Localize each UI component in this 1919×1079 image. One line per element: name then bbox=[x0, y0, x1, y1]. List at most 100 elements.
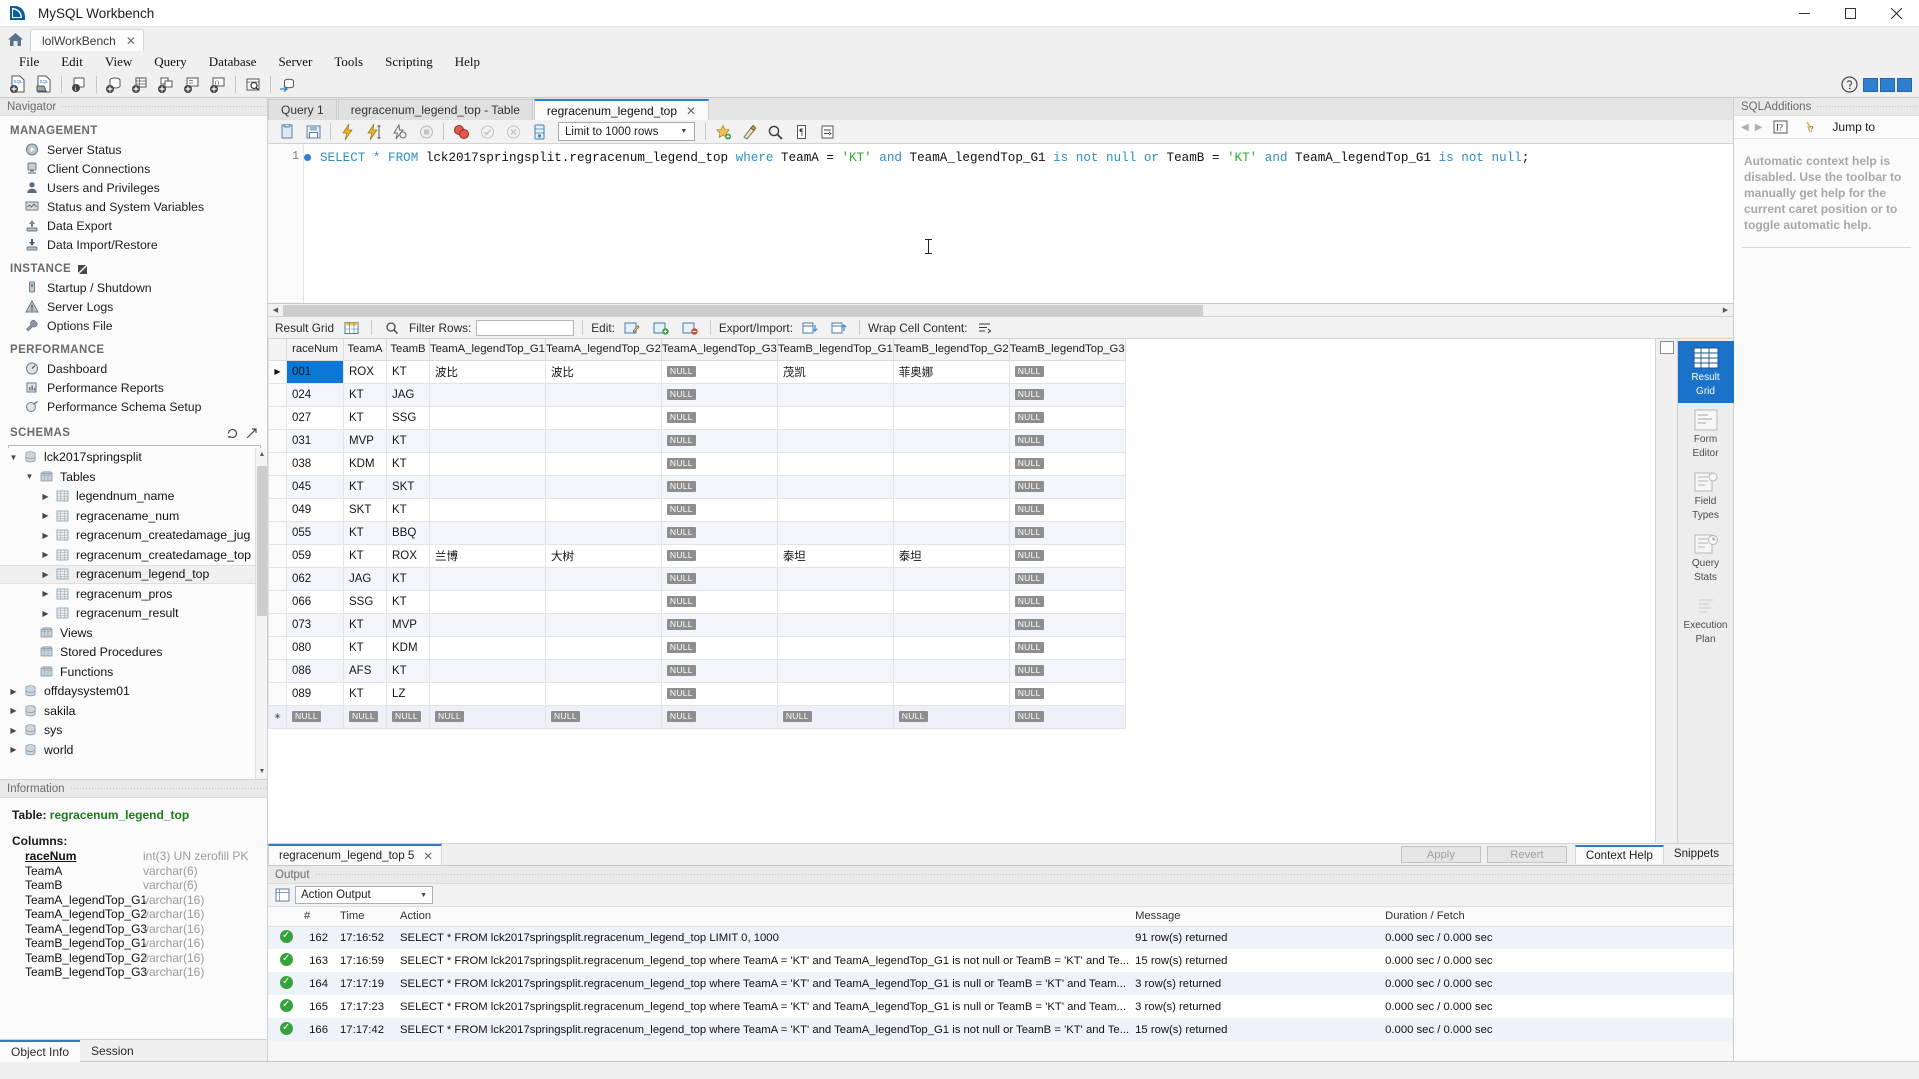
table-cell[interactable]: KDM bbox=[343, 451, 387, 476]
nav-item-server-status[interactable]: Server Status bbox=[0, 140, 267, 159]
row-marker[interactable] bbox=[268, 497, 287, 522]
context-help-icon[interactable]: I? bbox=[1768, 116, 1792, 138]
table-cell[interactable]: KT bbox=[343, 405, 387, 430]
table-cell[interactable]: ROX bbox=[343, 359, 387, 384]
tab-regracenum-legend-top[interactable]: regracenum_legend_top ✕ bbox=[533, 99, 710, 120]
import-recordset-icon[interactable] bbox=[827, 317, 851, 339]
filter-icon[interactable] bbox=[380, 317, 404, 339]
table-cell[interactable]: NULL bbox=[386, 704, 430, 729]
table-cell[interactable] bbox=[544, 589, 662, 614]
table-cell[interactable]: NULL bbox=[660, 681, 778, 706]
create-function-icon[interactable]: () bbox=[206, 74, 230, 96]
table-cell[interactable]: NULL bbox=[660, 635, 778, 660]
maximize-button[interactable] bbox=[1827, 0, 1873, 27]
table-cell[interactable] bbox=[544, 497, 662, 522]
chevron-right-icon[interactable]: ▶ bbox=[40, 550, 51, 559]
table-cell[interactable]: NULL bbox=[660, 405, 778, 430]
table-cell[interactable]: LZ bbox=[386, 681, 430, 706]
chevron-right-icon[interactable]: ▶ bbox=[8, 706, 19, 715]
table-cell[interactable] bbox=[776, 589, 894, 614]
reconnect-server-icon[interactable] bbox=[276, 74, 300, 96]
column-header-teama_legendtop_g3[interactable]: TeamA_legendTop_G3 bbox=[660, 339, 778, 361]
scrollbar-thumb[interactable] bbox=[257, 465, 267, 616]
sidetab-field-types[interactable]: Field Types bbox=[1678, 465, 1734, 527]
toggle-wrapping-icon[interactable] bbox=[815, 121, 839, 143]
table-cell[interactable]: NULL bbox=[1008, 451, 1126, 476]
tree-item-regracenum-legend-top[interactable]: ▶ regracenum_legend_top bbox=[0, 564, 267, 584]
tree-item-regracenum-createdamage-jug[interactable]: ▶ regracenum_createdamage_jug bbox=[0, 526, 267, 546]
table-cell[interactable] bbox=[892, 589, 1010, 614]
scroll-right-icon[interactable]: ▶ bbox=[1718, 306, 1733, 314]
table-cell[interactable]: 089 bbox=[286, 681, 344, 706]
table-cell[interactable] bbox=[429, 635, 546, 660]
table-cell[interactable]: SKT bbox=[343, 497, 387, 522]
column-header-teama[interactable]: TeamA bbox=[343, 339, 387, 361]
tree-item-world[interactable]: ▶ world bbox=[0, 740, 267, 760]
close-button[interactable] bbox=[1873, 0, 1919, 27]
editor-horizontal-scrollbar[interactable]: ◀ ▶ bbox=[268, 304, 1733, 317]
table-cell[interactable]: ROX bbox=[386, 543, 430, 568]
tree-item-regracenum-result[interactable]: ▶ regracenum_result bbox=[0, 604, 267, 624]
table-cell[interactable] bbox=[776, 405, 894, 430]
table-cell[interactable]: NULL bbox=[660, 428, 778, 453]
refresh-schemas-icon[interactable] bbox=[227, 428, 238, 439]
table-cell[interactable]: NULL bbox=[1008, 382, 1126, 407]
tab-snippets[interactable]: Snippets bbox=[1664, 845, 1729, 864]
schema-tree[interactable]: ▼ lck2017springsplit ▼ Tables ▶ legendnum_nam… bbox=[0, 447, 267, 779]
table-cell[interactable] bbox=[544, 612, 662, 637]
table-cell[interactable]: NULL bbox=[544, 704, 662, 729]
menu-database[interactable]: Database bbox=[198, 52, 268, 72]
chevron-right-icon[interactable]: ▶ bbox=[40, 609, 51, 618]
sidetab-form-editor[interactable]: Form Editor bbox=[1678, 403, 1734, 465]
table-cell[interactable] bbox=[776, 382, 894, 407]
row-marker[interactable] bbox=[268, 658, 287, 683]
menu-edit[interactable]: Edit bbox=[50, 52, 94, 72]
table-cell[interactable]: 波比 bbox=[429, 359, 546, 384]
tree-item-views[interactable]: Views bbox=[0, 623, 267, 643]
apply-button[interactable]: Apply bbox=[1400, 846, 1481, 863]
close-icon[interactable]: ✕ bbox=[126, 34, 136, 48]
row-marker[interactable] bbox=[268, 382, 287, 407]
table-cell[interactable]: KT bbox=[386, 658, 430, 683]
nav-item-data-import-restore[interactable]: Data Import/Restore bbox=[0, 235, 267, 254]
table-row[interactable]: 027 KT SSG NULL NULL bbox=[268, 405, 1126, 430]
new-sql-tab-icon[interactable]: SQL bbox=[6, 74, 30, 96]
table-cell[interactable] bbox=[892, 405, 1010, 430]
sidetab-query-stats[interactable]: Query Stats bbox=[1678, 527, 1734, 589]
table-cell[interactable]: AFS bbox=[343, 658, 387, 683]
toggle-auto-help-icon[interactable]: ? bbox=[1798, 116, 1822, 138]
chevron-down-icon[interactable]: ▼ bbox=[8, 453, 19, 462]
table-cell[interactable]: KT bbox=[343, 520, 387, 545]
sql-code[interactable]: SELECT * FROM lck2017springsplit.regrace… bbox=[304, 144, 1733, 303]
tree-item-regracenum-pros[interactable]: ▶ regracenum_pros bbox=[0, 584, 267, 604]
table-cell[interactable]: NULL bbox=[660, 382, 778, 407]
schema-tree-scrollbar[interactable]: ▲ ▼ bbox=[255, 447, 267, 779]
table-cell[interactable]: NULL bbox=[286, 704, 344, 729]
table-cell[interactable] bbox=[544, 474, 662, 499]
nav-item-client-connections[interactable]: Client Connections bbox=[0, 159, 267, 178]
toggle-invisible-chars-icon[interactable]: ¶ bbox=[789, 121, 813, 143]
output-row[interactable]: 16217:16:52SELECT * FROM lck2017springsp… bbox=[268, 926, 1733, 949]
table-cell[interactable]: NULL bbox=[1008, 543, 1126, 568]
tab-regracenum-legend-top-table[interactable]: regracenum_legend_top - Table bbox=[337, 99, 533, 120]
table-cell[interactable] bbox=[544, 405, 662, 430]
table-cell[interactable] bbox=[429, 566, 546, 591]
table-row[interactable]: 024 KT JAG NULL NULL bbox=[268, 382, 1126, 407]
column-header-teamb[interactable]: TeamB bbox=[386, 339, 430, 361]
table-cell[interactable]: KT bbox=[343, 635, 387, 660]
table-cell[interactable] bbox=[544, 681, 662, 706]
tab-object-info[interactable]: Object Info bbox=[0, 1039, 81, 1062]
close-icon[interactable]: ✕ bbox=[686, 104, 696, 118]
help-icon[interactable] bbox=[1837, 74, 1861, 96]
connection-info-icon[interactable]: i bbox=[67, 74, 91, 96]
table-cell[interactable] bbox=[776, 566, 894, 591]
chevron-down-icon[interactable]: ▼ bbox=[675, 128, 692, 135]
tree-item-sakila[interactable]: ▶ sakila bbox=[0, 701, 267, 721]
table-cell[interactable] bbox=[892, 612, 1010, 637]
table-cell[interactable]: NULL bbox=[660, 543, 778, 568]
table-row[interactable]: 031 MVP KT NULL NULL bbox=[268, 428, 1126, 453]
sql-editor[interactable]: 1 SELECT * FROM lck2017springsplit.regra… bbox=[268, 144, 1733, 304]
jump-to-label[interactable]: Jump to bbox=[1832, 120, 1875, 134]
menu-view[interactable]: View bbox=[94, 52, 143, 72]
row-selected-marker-icon[interactable]: ▶ bbox=[268, 359, 287, 384]
